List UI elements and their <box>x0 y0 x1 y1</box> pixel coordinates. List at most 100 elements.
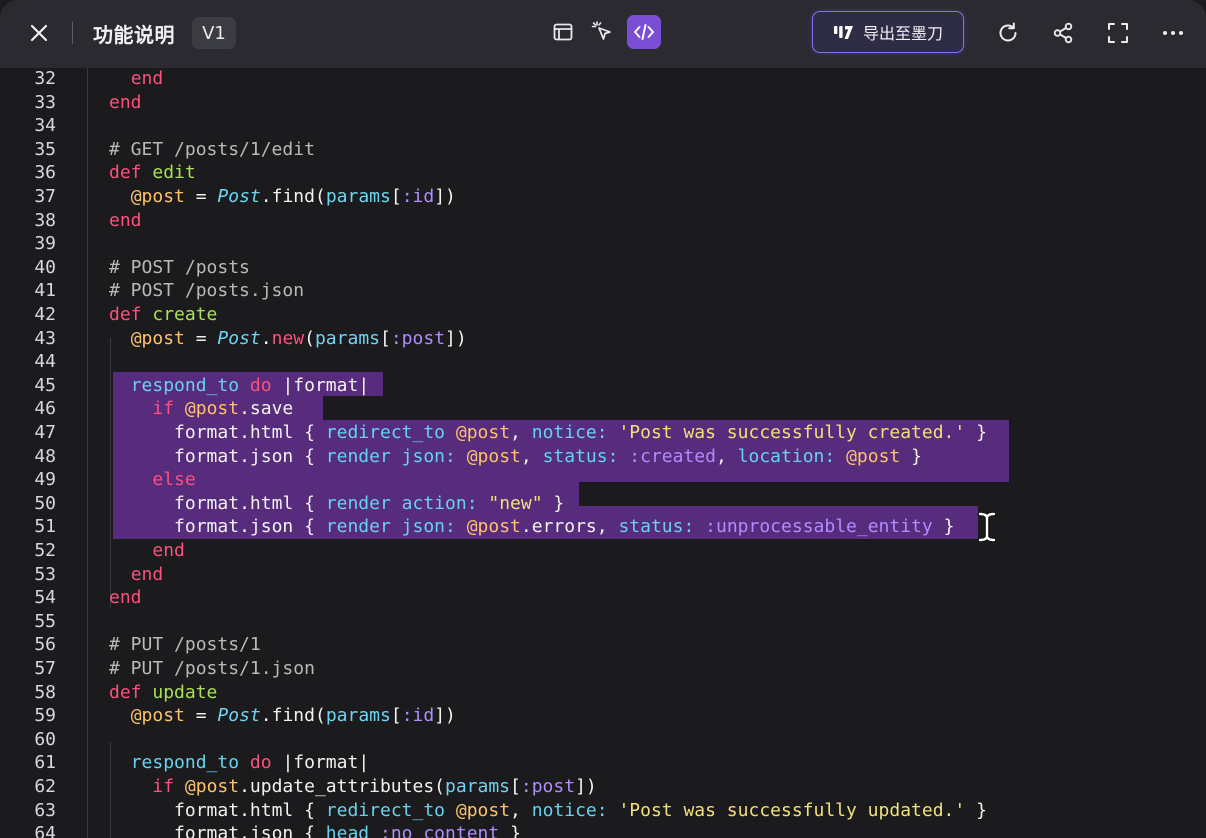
version-badge[interactable]: V1 <box>192 17 236 49</box>
line-code: format.json { render json: @post, status… <box>174 445 922 467</box>
line-number: 62 <box>34 776 56 797</box>
line-code: end <box>109 91 142 113</box>
line-number: 55 <box>34 610 56 632</box>
code-line[interactable]: 47 format.html { redirect_to @post, noti… <box>0 421 1206 445</box>
line-code: respond_to do |format| <box>130 374 370 396</box>
line-code: @post = Post.new(params[:post]) <box>130 327 467 349</box>
line-code: end <box>109 209 142 231</box>
code-line[interactable]: 59 @post = Post.find(params[:id]) <box>0 704 1206 728</box>
code-line[interactable]: 50 format.html { render action: "new" } <box>0 492 1206 516</box>
code-line[interactable]: 35 # GET /posts/1/edit <box>0 138 1206 162</box>
code-line[interactable]: 33 end <box>0 91 1206 115</box>
line-number: 37 <box>34 186 56 207</box>
line-number: 56 <box>34 634 56 656</box>
line-number: 38 <box>34 209 56 231</box>
code-line[interactable]: 48 format.json { render json: @post, sta… <box>0 445 1206 469</box>
code-line[interactable]: 34 <box>0 114 1206 138</box>
preview-icon <box>553 23 573 41</box>
line-number: 57 <box>34 658 56 679</box>
code-line[interactable]: 32 end <box>0 68 1206 91</box>
code-line[interactable]: 53 end <box>0 563 1206 587</box>
fullscreen-icon <box>1108 23 1128 43</box>
app-window: 功能说明 V1 导出至墨刀 32 end 33 end 34 35 # GET … <box>0 0 1206 838</box>
line-number: 59 <box>34 705 56 727</box>
code-line[interactable]: 42 def create <box>0 303 1206 327</box>
line-code: else <box>152 469 196 491</box>
line-code: # POST /posts.json <box>109 280 305 302</box>
code-line[interactable]: 52 end <box>0 539 1206 563</box>
line-code: format.json { render json: @post.errors,… <box>174 516 955 538</box>
code-line[interactable]: 64 format.json { head :no_content } <box>0 822 1206 838</box>
code-line[interactable]: 61 respond_to do |format| <box>0 751 1206 775</box>
code-line[interactable]: 54 end <box>0 586 1206 610</box>
line-number: 36 <box>34 162 56 184</box>
select-mode-button[interactable] <box>586 15 620 49</box>
code-line[interactable]: 45 respond_to do |format| <box>0 374 1206 398</box>
close-icon <box>30 24 48 42</box>
export-label: 导出至墨刀 <box>862 24 943 43</box>
code-mode-button[interactable] <box>627 15 661 49</box>
code-line[interactable]: 62 if @post.update_attributes(params[:po… <box>0 775 1206 799</box>
line-number: 45 <box>34 374 56 396</box>
line-code: end <box>152 540 185 561</box>
line-number: 46 <box>34 398 56 420</box>
code-line[interactable]: 63 format.html { redirect_to @post, noti… <box>0 799 1206 823</box>
preview-mode-button[interactable] <box>546 15 580 49</box>
code-editor[interactable]: 32 end 33 end 34 35 # GET /posts/1/edit 36 def … <box>0 68 1206 838</box>
code-line[interactable]: 58 def update <box>0 681 1206 705</box>
code-line[interactable]: 49 else <box>0 468 1206 492</box>
toolbar-divider <box>72 22 73 44</box>
page-title: 功能说明 <box>93 22 175 47</box>
line-number: 40 <box>34 256 56 278</box>
line-code: # PUT /posts/1.json <box>109 658 315 679</box>
refresh-button[interactable] <box>990 15 1026 51</box>
code-line[interactable]: 41 # POST /posts.json <box>0 279 1206 303</box>
select-cursor-icon <box>591 21 611 40</box>
line-number: 58 <box>34 681 56 703</box>
line-number: 47 <box>34 422 56 443</box>
line-code: def edit <box>109 162 196 184</box>
line-number: 43 <box>34 327 56 349</box>
code-line[interactable]: 56 # PUT /posts/1 <box>0 633 1206 657</box>
line-code: end <box>109 587 142 609</box>
fullscreen-button[interactable] <box>1100 15 1136 51</box>
code-line[interactable]: 44 <box>0 350 1206 374</box>
line-code: format.html { redirect_to @post, notice:… <box>174 799 987 821</box>
line-code: if @post.save <box>152 398 294 420</box>
code-line[interactable]: 46 if @post.save <box>0 397 1206 421</box>
top-toolbar: 功能说明 V1 导出至墨刀 <box>0 0 1206 68</box>
code-line[interactable]: 51 format.json { render json: @post.erro… <box>0 515 1206 539</box>
more-options-button[interactable] <box>1155 15 1191 51</box>
line-code: end <box>130 68 164 89</box>
code-line[interactable]: 39 <box>0 232 1206 256</box>
code-line[interactable]: 55 <box>0 610 1206 634</box>
text-cursor-icon <box>977 512 997 542</box>
line-number: 34 <box>34 115 56 137</box>
line-code: # POST /posts <box>109 256 250 278</box>
line-number: 48 <box>34 445 56 467</box>
line-number: 33 <box>34 91 56 113</box>
line-number: 44 <box>34 351 56 373</box>
line-number: 53 <box>34 563 56 585</box>
line-number: 39 <box>34 233 56 255</box>
code-line[interactable]: 36 def edit <box>0 161 1206 185</box>
code-line[interactable]: 38 end <box>0 209 1206 233</box>
code-line[interactable]: 37 @post = Post.find(params[:id]) <box>0 185 1206 209</box>
code-line[interactable]: 43 @post = Post.new(params[:post]) <box>0 327 1206 351</box>
code-line[interactable]: 57 # PUT /posts/1.json <box>0 657 1206 681</box>
line-number: 61 <box>34 752 56 774</box>
line-number: 63 <box>34 799 56 821</box>
line-code: # PUT /posts/1 <box>109 634 261 656</box>
export-to-modao-button[interactable]: 导出至墨刀 <box>812 11 964 53</box>
line-number: 50 <box>34 492 56 514</box>
line-number: 60 <box>34 728 56 750</box>
line-number: 41 <box>34 280 56 302</box>
share-button[interactable] <box>1045 15 1081 51</box>
share-icon <box>1053 22 1073 44</box>
more-icon <box>1163 31 1183 35</box>
close-button[interactable] <box>22 18 56 48</box>
code-line[interactable]: 40 # POST /posts <box>0 256 1206 280</box>
line-code: def update <box>109 681 218 703</box>
code-line[interactable]: 60 <box>0 728 1206 752</box>
refresh-icon <box>999 22 1017 42</box>
